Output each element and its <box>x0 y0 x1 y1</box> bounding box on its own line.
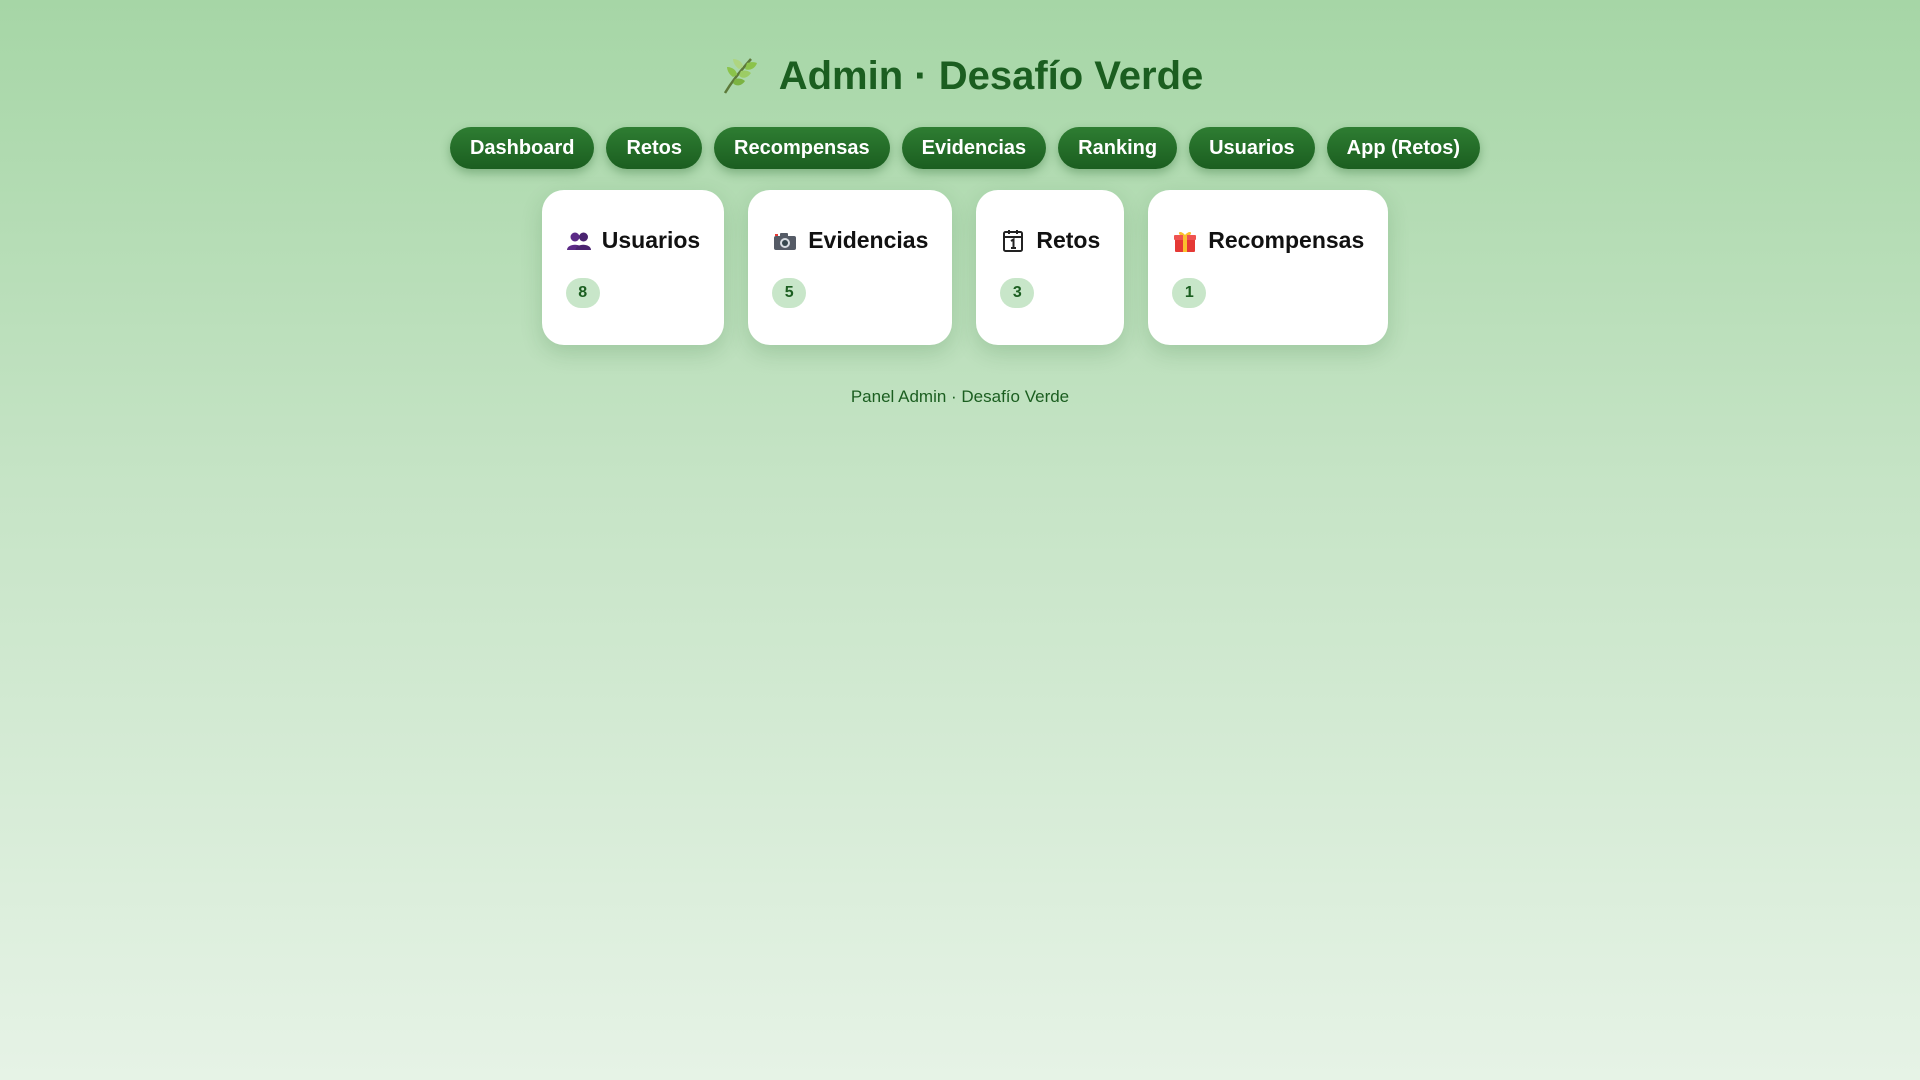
nav-dashboard-button[interactable]: Dashboard <box>449 127 595 169</box>
nav-app-retos-button[interactable]: App (Retos) <box>1326 127 1480 169</box>
stats-cards: Usuarios 8 Evidencias 5 Retos 3 Recompen… <box>0 190 1920 345</box>
page-title: Admin · Desafío Verde <box>0 48 1920 104</box>
stat-card-evidencias[interactable]: Evidencias 5 <box>748 190 953 345</box>
stat-count-badge: 3 <box>1000 278 1035 308</box>
stat-card-header: Usuarios <box>566 227 700 254</box>
stat-card-header: Recompensas <box>1172 227 1364 254</box>
admin-page: Admin · Desafío Verde Dashboard Retos Re… <box>0 0 1920 1080</box>
main-nav: Dashboard Retos Recompensas Evidencias R… <box>0 127 1920 169</box>
nav-recompensas-button[interactable]: Recompensas <box>714 127 890 169</box>
calendar-icon <box>1003 229 1024 252</box>
stat-card-recompensas[interactable]: Recompensas 1 <box>1148 190 1389 345</box>
stat-count-badge: 8 <box>565 278 600 308</box>
users-icon <box>566 232 591 250</box>
stat-label: Recompensas <box>1208 227 1365 253</box>
stat-label: Evidencias <box>808 227 929 253</box>
stat-count-badge: 1 <box>1172 278 1207 308</box>
camera-icon <box>774 232 797 250</box>
stat-count-badge: 5 <box>772 278 807 308</box>
nav-retos-button[interactable]: Retos <box>606 127 703 169</box>
stat-card-usuarios[interactable]: Usuarios 8 <box>541 190 725 345</box>
gift-icon <box>1174 231 1197 252</box>
nav-evidencias-button[interactable]: Evidencias <box>901 127 1047 169</box>
stat-card-retos[interactable]: Retos 3 <box>976 190 1125 345</box>
stat-label: Retos <box>1036 227 1101 253</box>
nav-ranking-button[interactable]: Ranking <box>1058 127 1178 169</box>
nav-usuarios-button[interactable]: Usuarios <box>1189 127 1315 169</box>
page-title-text: Admin · Desafío Verde <box>778 54 1204 98</box>
page-footer: Panel Admin · Desafío Verde <box>850 387 1070 406</box>
stat-card-header: Evidencias <box>772 227 928 254</box>
leaf-icon <box>723 58 757 94</box>
stat-card-header: Retos <box>1000 227 1100 254</box>
stat-label: Usuarios <box>601 227 701 253</box>
